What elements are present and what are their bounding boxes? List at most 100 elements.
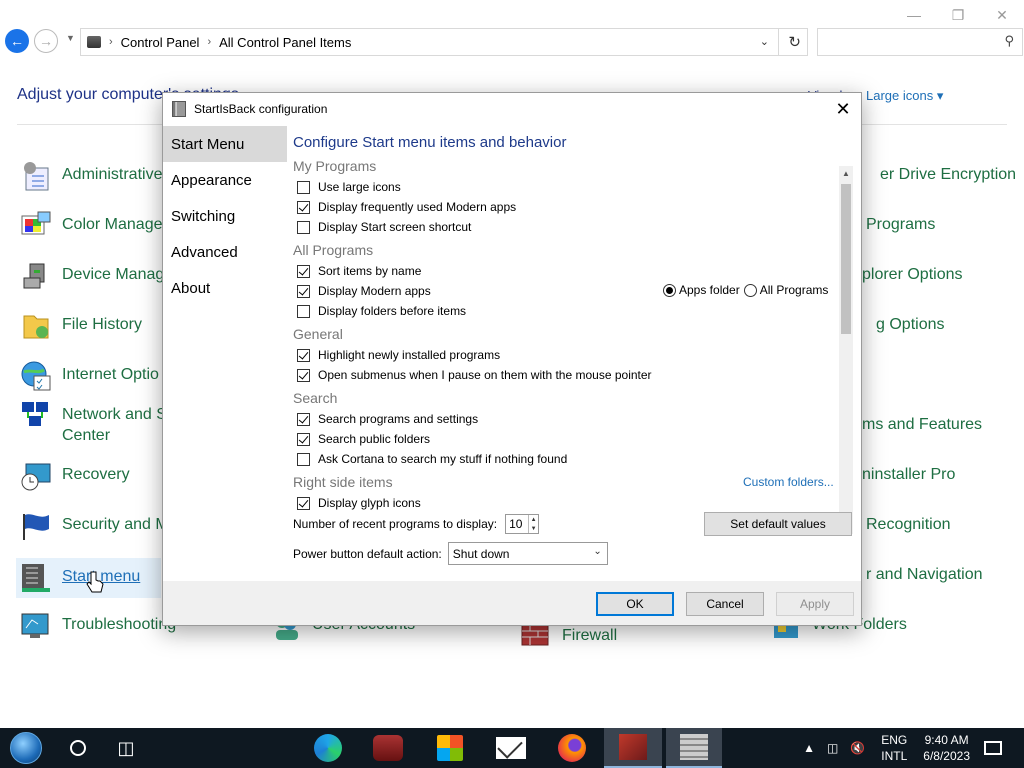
refresh-icon[interactable]: ↻ xyxy=(788,33,801,51)
cp-item-taskbar-navigation[interactable]: r and Navigation xyxy=(866,564,983,585)
cp-item-file-explorer-options[interactable]: plorer Options xyxy=(862,264,963,285)
address-bar[interactable]: › Control Panel › All Control Panel Item… xyxy=(80,28,808,56)
opt-display-glyph-icons[interactable]: Display glyph icons xyxy=(297,496,421,510)
opt-use-large-icons[interactable]: Use large icons xyxy=(297,180,401,194)
cp-item-file-history[interactable]: File History xyxy=(20,314,142,342)
address-dropdown-icon[interactable]: ⌄ xyxy=(760,35,769,48)
taskbar-mail[interactable] xyxy=(487,728,535,768)
cp-item-programs-features[interactable]: ms and Features xyxy=(862,414,982,435)
taskbar-control-panel[interactable] xyxy=(666,728,722,768)
ok-button[interactable]: OK xyxy=(596,592,674,616)
cp-item-troubleshooting[interactable]: Troubleshooting xyxy=(20,613,176,642)
cp-item-default-programs[interactable]: Programs xyxy=(866,214,935,235)
opt-ask-cortana[interactable]: Ask Cortana to search my stuff if nothin… xyxy=(297,452,567,466)
close-window-button[interactable]: ✕ xyxy=(980,0,1024,30)
network-tray-icon[interactable]: ◫ xyxy=(827,741,838,755)
opt-sort-by-name[interactable]: Sort items by name xyxy=(297,264,421,278)
checkbox[interactable] xyxy=(297,220,310,234)
checkbox-checked[interactable] xyxy=(297,200,310,214)
restore-button[interactable]: ❐ xyxy=(936,0,980,30)
language-indicator[interactable]: ENG INTL xyxy=(881,732,907,764)
opt-open-submenus-hover[interactable]: Open submenus when I pause on them with … xyxy=(297,368,652,382)
opt-search-programs-settings[interactable]: Search programs and settings xyxy=(297,412,478,426)
nav-switching[interactable]: Switching xyxy=(163,198,287,234)
cp-item-network-sharing[interactable]: Network and S Center xyxy=(20,402,167,446)
cancel-button[interactable]: Cancel xyxy=(686,592,764,616)
breadcrumb-all-items[interactable]: All Control Panel Items xyxy=(219,35,351,50)
checkbox-checked[interactable] xyxy=(297,412,310,426)
opt-highlight-new-programs[interactable]: Highlight newly installed programs xyxy=(297,348,500,362)
scroll-up-icon[interactable]: ▲ xyxy=(839,166,853,180)
apply-button[interactable]: Apply xyxy=(776,592,854,616)
checkbox-checked[interactable] xyxy=(297,432,310,446)
volume-muted-icon[interactable]: 🔇 xyxy=(850,741,865,755)
game-app-icon xyxy=(373,735,403,761)
checkbox[interactable] xyxy=(297,180,310,194)
cp-item-revo-uninstaller[interactable]: ninstaller Pro xyxy=(862,464,955,485)
checkbox-checked[interactable] xyxy=(297,368,310,382)
cp-item-internet-options[interactable]: Internet Optio xyxy=(20,361,159,392)
dialog-footer: OK Cancel Apply xyxy=(163,581,861,625)
minimize-button[interactable]: — xyxy=(892,0,936,30)
cp-item-recovery[interactable]: Recovery xyxy=(20,463,130,492)
taskbar-red-app[interactable] xyxy=(604,728,662,768)
task-view-button[interactable]: ◫ xyxy=(102,728,150,768)
taskbar-edge[interactable] xyxy=(304,728,352,768)
opt-start-screen-shortcut[interactable]: Display Start screen shortcut xyxy=(297,220,471,234)
opt-display-modern-apps[interactable]: Display Modern apps xyxy=(297,284,431,298)
chevron-down-icon: ⌄ xyxy=(593,546,602,557)
cp-item-color-management[interactable]: Color Manage xyxy=(20,211,163,242)
checkbox[interactable] xyxy=(297,304,310,318)
taskbar-firefox[interactable] xyxy=(548,728,596,768)
checkbox-checked[interactable] xyxy=(297,264,310,278)
notification-center-icon[interactable] xyxy=(984,741,1002,755)
view-by-dropdown[interactable]: Large icons ▾ xyxy=(866,88,943,104)
nav-start-menu[interactable]: Start Menu xyxy=(163,126,287,162)
breadcrumb-separator-icon: › xyxy=(207,36,212,48)
dialog-close-icon[interactable]: ✕ xyxy=(831,97,855,121)
power-button-label: Power button default action: xyxy=(293,546,442,561)
set-default-values-button[interactable]: Set default values xyxy=(704,512,852,536)
radio-all-programs[interactable]: All Programs xyxy=(743,283,828,297)
cp-item-firewall[interactable]: Firewall xyxy=(520,624,617,653)
checkbox-checked[interactable] xyxy=(297,284,310,298)
cortana-button[interactable] xyxy=(54,728,102,768)
cp-item-administrative-tools[interactable]: Administrative xyxy=(20,162,162,192)
checkbox-checked[interactable] xyxy=(297,496,310,510)
recent-programs-stepper[interactable]: 10 ▲ ▼ xyxy=(505,514,540,534)
nav-advanced[interactable]: Advanced xyxy=(163,234,287,270)
back-arrow-icon[interactable]: ← xyxy=(5,29,29,53)
cp-item-speech-recognition[interactable]: Recognition xyxy=(866,514,951,535)
checkbox[interactable] xyxy=(297,452,310,466)
start-button[interactable] xyxy=(2,728,50,768)
taskbar-game-app[interactable] xyxy=(364,728,412,768)
start-menu-icon xyxy=(22,564,50,592)
cp-item-security-maintenance[interactable]: Security and M xyxy=(20,514,169,542)
taskbar-store[interactable] xyxy=(426,728,474,768)
checkbox-checked[interactable] xyxy=(297,348,310,362)
search-input[interactable]: ⚲ xyxy=(817,28,1023,56)
cp-item-indexing-options[interactable]: g Options xyxy=(876,314,944,335)
tray-chevron-icon[interactable]: ▲ xyxy=(803,741,815,755)
nav-appearance[interactable]: Appearance xyxy=(163,162,287,198)
opt-folders-before-items[interactable]: Display folders before items xyxy=(297,304,466,318)
radio[interactable] xyxy=(743,283,757,297)
cp-item-device-manager[interactable]: Device Manag xyxy=(20,263,164,292)
forward-arrow-icon[interactable]: → xyxy=(34,29,58,53)
section-general: General xyxy=(293,326,343,342)
custom-folders-link[interactable]: Custom folders... xyxy=(743,475,834,489)
power-button-select[interactable]: Shut down ⌄ xyxy=(447,542,608,565)
stepper-up-icon[interactable]: ▲ xyxy=(531,517,537,523)
clock[interactable]: 9:40 AM 6/8/2023 xyxy=(923,732,970,764)
scroll-thumb[interactable] xyxy=(841,184,851,334)
cp-item-bitlocker[interactable]: er Drive Encryption xyxy=(880,164,1016,185)
opt-frequent-modern-apps[interactable]: Display frequently used Modern apps xyxy=(297,200,516,214)
nav-about[interactable]: About xyxy=(163,270,287,306)
breadcrumb-control-panel[interactable]: Control Panel xyxy=(121,35,200,50)
radio-apps-folder[interactable]: Apps folder xyxy=(663,283,740,297)
recent-locations-chevron-icon[interactable]: ▼ xyxy=(66,33,75,43)
stepper-down-icon[interactable]: ▼ xyxy=(531,526,537,532)
opt-search-public-folders[interactable]: Search public folders xyxy=(297,432,430,446)
radio-selected[interactable] xyxy=(663,283,676,297)
options-scrollbar[interactable]: ▲ ▼ xyxy=(839,166,853,534)
